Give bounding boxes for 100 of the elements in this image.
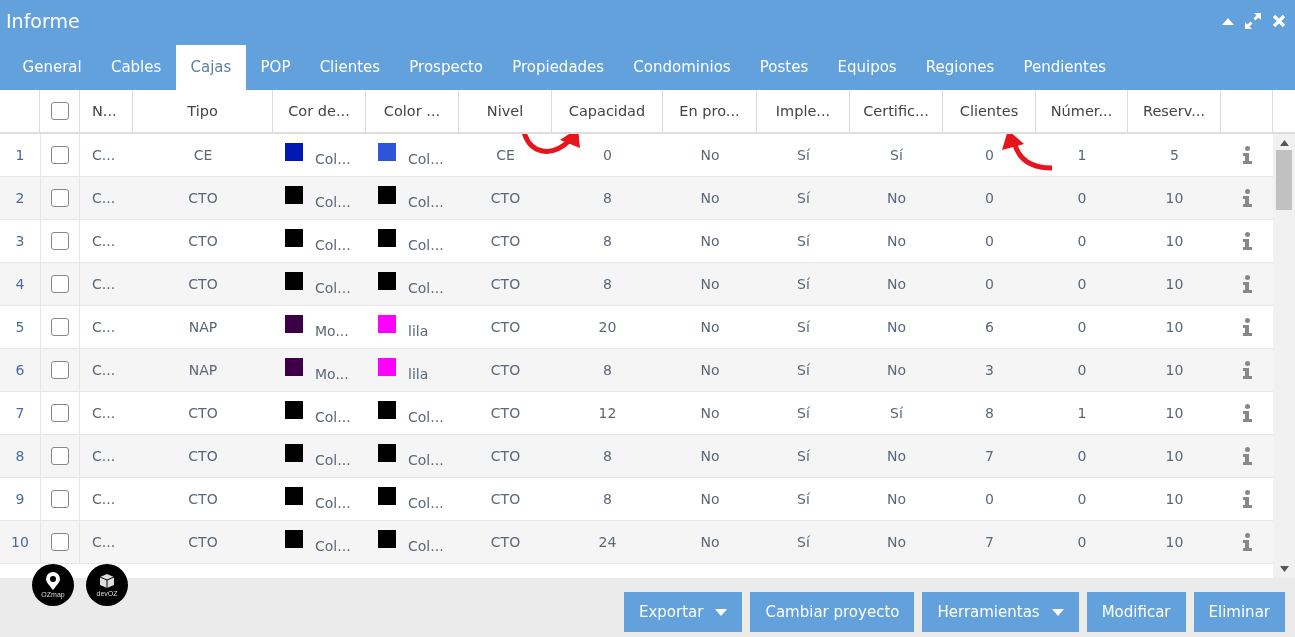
table-cell: No xyxy=(700,362,720,378)
table-cell: Sí xyxy=(797,534,810,550)
tab[interactable]: POP xyxy=(245,45,306,90)
tab[interactable]: Clientes xyxy=(305,45,395,90)
action-button[interactable]: Modificar xyxy=(1086,592,1186,632)
table-cell: 20 xyxy=(598,319,617,335)
scroll-up-icon[interactable] xyxy=(1279,140,1289,146)
action-button[interactable]: Cambiar proyecto xyxy=(750,592,915,632)
tab[interactable]: Prospecto xyxy=(394,45,498,90)
table-cell: Sí xyxy=(797,491,810,507)
table-cell: Col... xyxy=(408,151,444,167)
table-cell: 8 xyxy=(603,276,612,292)
tab[interactable]: Cajas xyxy=(175,45,246,90)
column-header[interactable]: Cor de... xyxy=(288,103,350,119)
scroll-down-icon[interactable] xyxy=(1279,566,1289,572)
column-header[interactable]: Númer... xyxy=(1050,103,1113,119)
table-cell: 12 xyxy=(598,405,617,421)
column-header[interactable]: N... xyxy=(92,103,117,119)
table-cell: 10 xyxy=(1165,491,1184,507)
tab[interactable]: Condominios xyxy=(618,45,746,90)
scrollbar-thumb[interactable] xyxy=(1276,150,1292,210)
table-cell: 3 xyxy=(985,362,994,378)
table-cell: C... xyxy=(92,448,116,464)
info-icon[interactable] xyxy=(1242,318,1252,336)
row-checkbox[interactable] xyxy=(51,146,69,164)
table-cell: Mo... xyxy=(315,323,349,339)
row-checkbox[interactable] xyxy=(51,275,69,293)
column-header[interactable]: Tipo xyxy=(187,103,218,119)
table-cell: Col... xyxy=(315,452,351,468)
table-cell: 24 xyxy=(598,534,617,550)
column-header[interactable]: Imple... xyxy=(775,103,831,119)
table-cell: CTO xyxy=(490,405,521,421)
table-cell: Sí xyxy=(797,147,810,163)
table-cell: Col... xyxy=(315,194,351,210)
info-icon[interactable] xyxy=(1242,361,1252,379)
table-cell: C... xyxy=(92,233,116,249)
table-cell: No xyxy=(700,233,720,249)
tab[interactable]: Equipos xyxy=(822,45,912,90)
table-cell: 6 xyxy=(985,319,994,335)
table-cell: 0 xyxy=(1077,190,1087,206)
table-cell: No xyxy=(700,405,720,421)
dropdown-button[interactable]: Exportar xyxy=(623,592,743,632)
info-icon[interactable] xyxy=(1242,275,1252,293)
table-cell: 8 xyxy=(603,448,612,464)
table-cell: 10 xyxy=(1165,190,1184,206)
table-cell: No xyxy=(886,362,906,378)
info-icon[interactable] xyxy=(1242,490,1252,508)
table-cell: 0 xyxy=(985,147,994,163)
action-button[interactable]: Eliminar xyxy=(1193,592,1285,632)
table-cell: No xyxy=(700,448,720,464)
row-number: 7 xyxy=(15,405,25,421)
row-checkbox[interactable] xyxy=(51,318,69,336)
tab[interactable]: Postes xyxy=(745,45,823,90)
row-checkbox[interactable] xyxy=(51,189,69,207)
row-checkbox[interactable] xyxy=(51,404,69,422)
info-icon[interactable] xyxy=(1242,189,1252,207)
table-cell: 0 xyxy=(1077,534,1087,550)
column-header[interactable]: En pro... xyxy=(679,103,740,119)
tab[interactable]: Pendientes xyxy=(1008,45,1121,90)
table-cell: No xyxy=(886,319,906,335)
table-cell: CTO xyxy=(188,491,218,507)
row-checkbox[interactable] xyxy=(51,447,69,465)
dropdown-button[interactable]: Herramientas xyxy=(922,592,1079,632)
info-icon[interactable] xyxy=(1242,146,1252,164)
table-cell: 10 xyxy=(1165,534,1184,550)
table-cell: Col... xyxy=(408,409,444,425)
column-header[interactable]: Capacidad xyxy=(568,103,646,119)
column-header[interactable]: Clientes xyxy=(959,103,1019,119)
table-cell: No xyxy=(886,233,906,249)
row-number: 3 xyxy=(15,233,25,249)
tab[interactable]: Propiedades xyxy=(497,45,619,90)
close-icon[interactable] xyxy=(1272,14,1286,28)
table-cell: Col... xyxy=(315,538,351,554)
maximize-icon[interactable] xyxy=(1244,12,1262,30)
info-icon[interactable] xyxy=(1242,232,1252,250)
table-cell: C... xyxy=(92,491,116,507)
table-cell: CTO xyxy=(188,276,218,292)
table-cell: CTO xyxy=(188,448,218,464)
table-cell: No xyxy=(700,319,720,335)
tab[interactable]: Regiones xyxy=(911,45,1009,90)
column-header[interactable]: Reserv... xyxy=(1142,103,1206,119)
row-checkbox[interactable] xyxy=(51,533,69,551)
row-checkbox[interactable] xyxy=(51,361,69,379)
info-icon[interactable] xyxy=(1242,447,1252,465)
row-checkbox[interactable] xyxy=(51,490,69,508)
column-header[interactable]: Certific... xyxy=(863,103,929,119)
tab[interactable]: Cables xyxy=(96,45,176,90)
collapse-icon[interactable] xyxy=(1222,17,1234,25)
column-header[interactable]: Nivel xyxy=(486,103,524,119)
row-number: 5 xyxy=(15,319,25,335)
table-cell: Col... xyxy=(315,151,351,167)
column-header[interactable]: Color ... xyxy=(383,103,441,119)
table-cell: CE xyxy=(193,147,213,163)
tab[interactable]: General xyxy=(8,45,97,90)
table-cell: CTO xyxy=(490,190,521,206)
info-icon[interactable] xyxy=(1242,404,1252,422)
select-all-checkbox[interactable] xyxy=(50,102,69,120)
row-checkbox[interactable] xyxy=(51,232,69,250)
info-icon[interactable] xyxy=(1242,533,1252,551)
table-cell: lila xyxy=(408,366,429,382)
